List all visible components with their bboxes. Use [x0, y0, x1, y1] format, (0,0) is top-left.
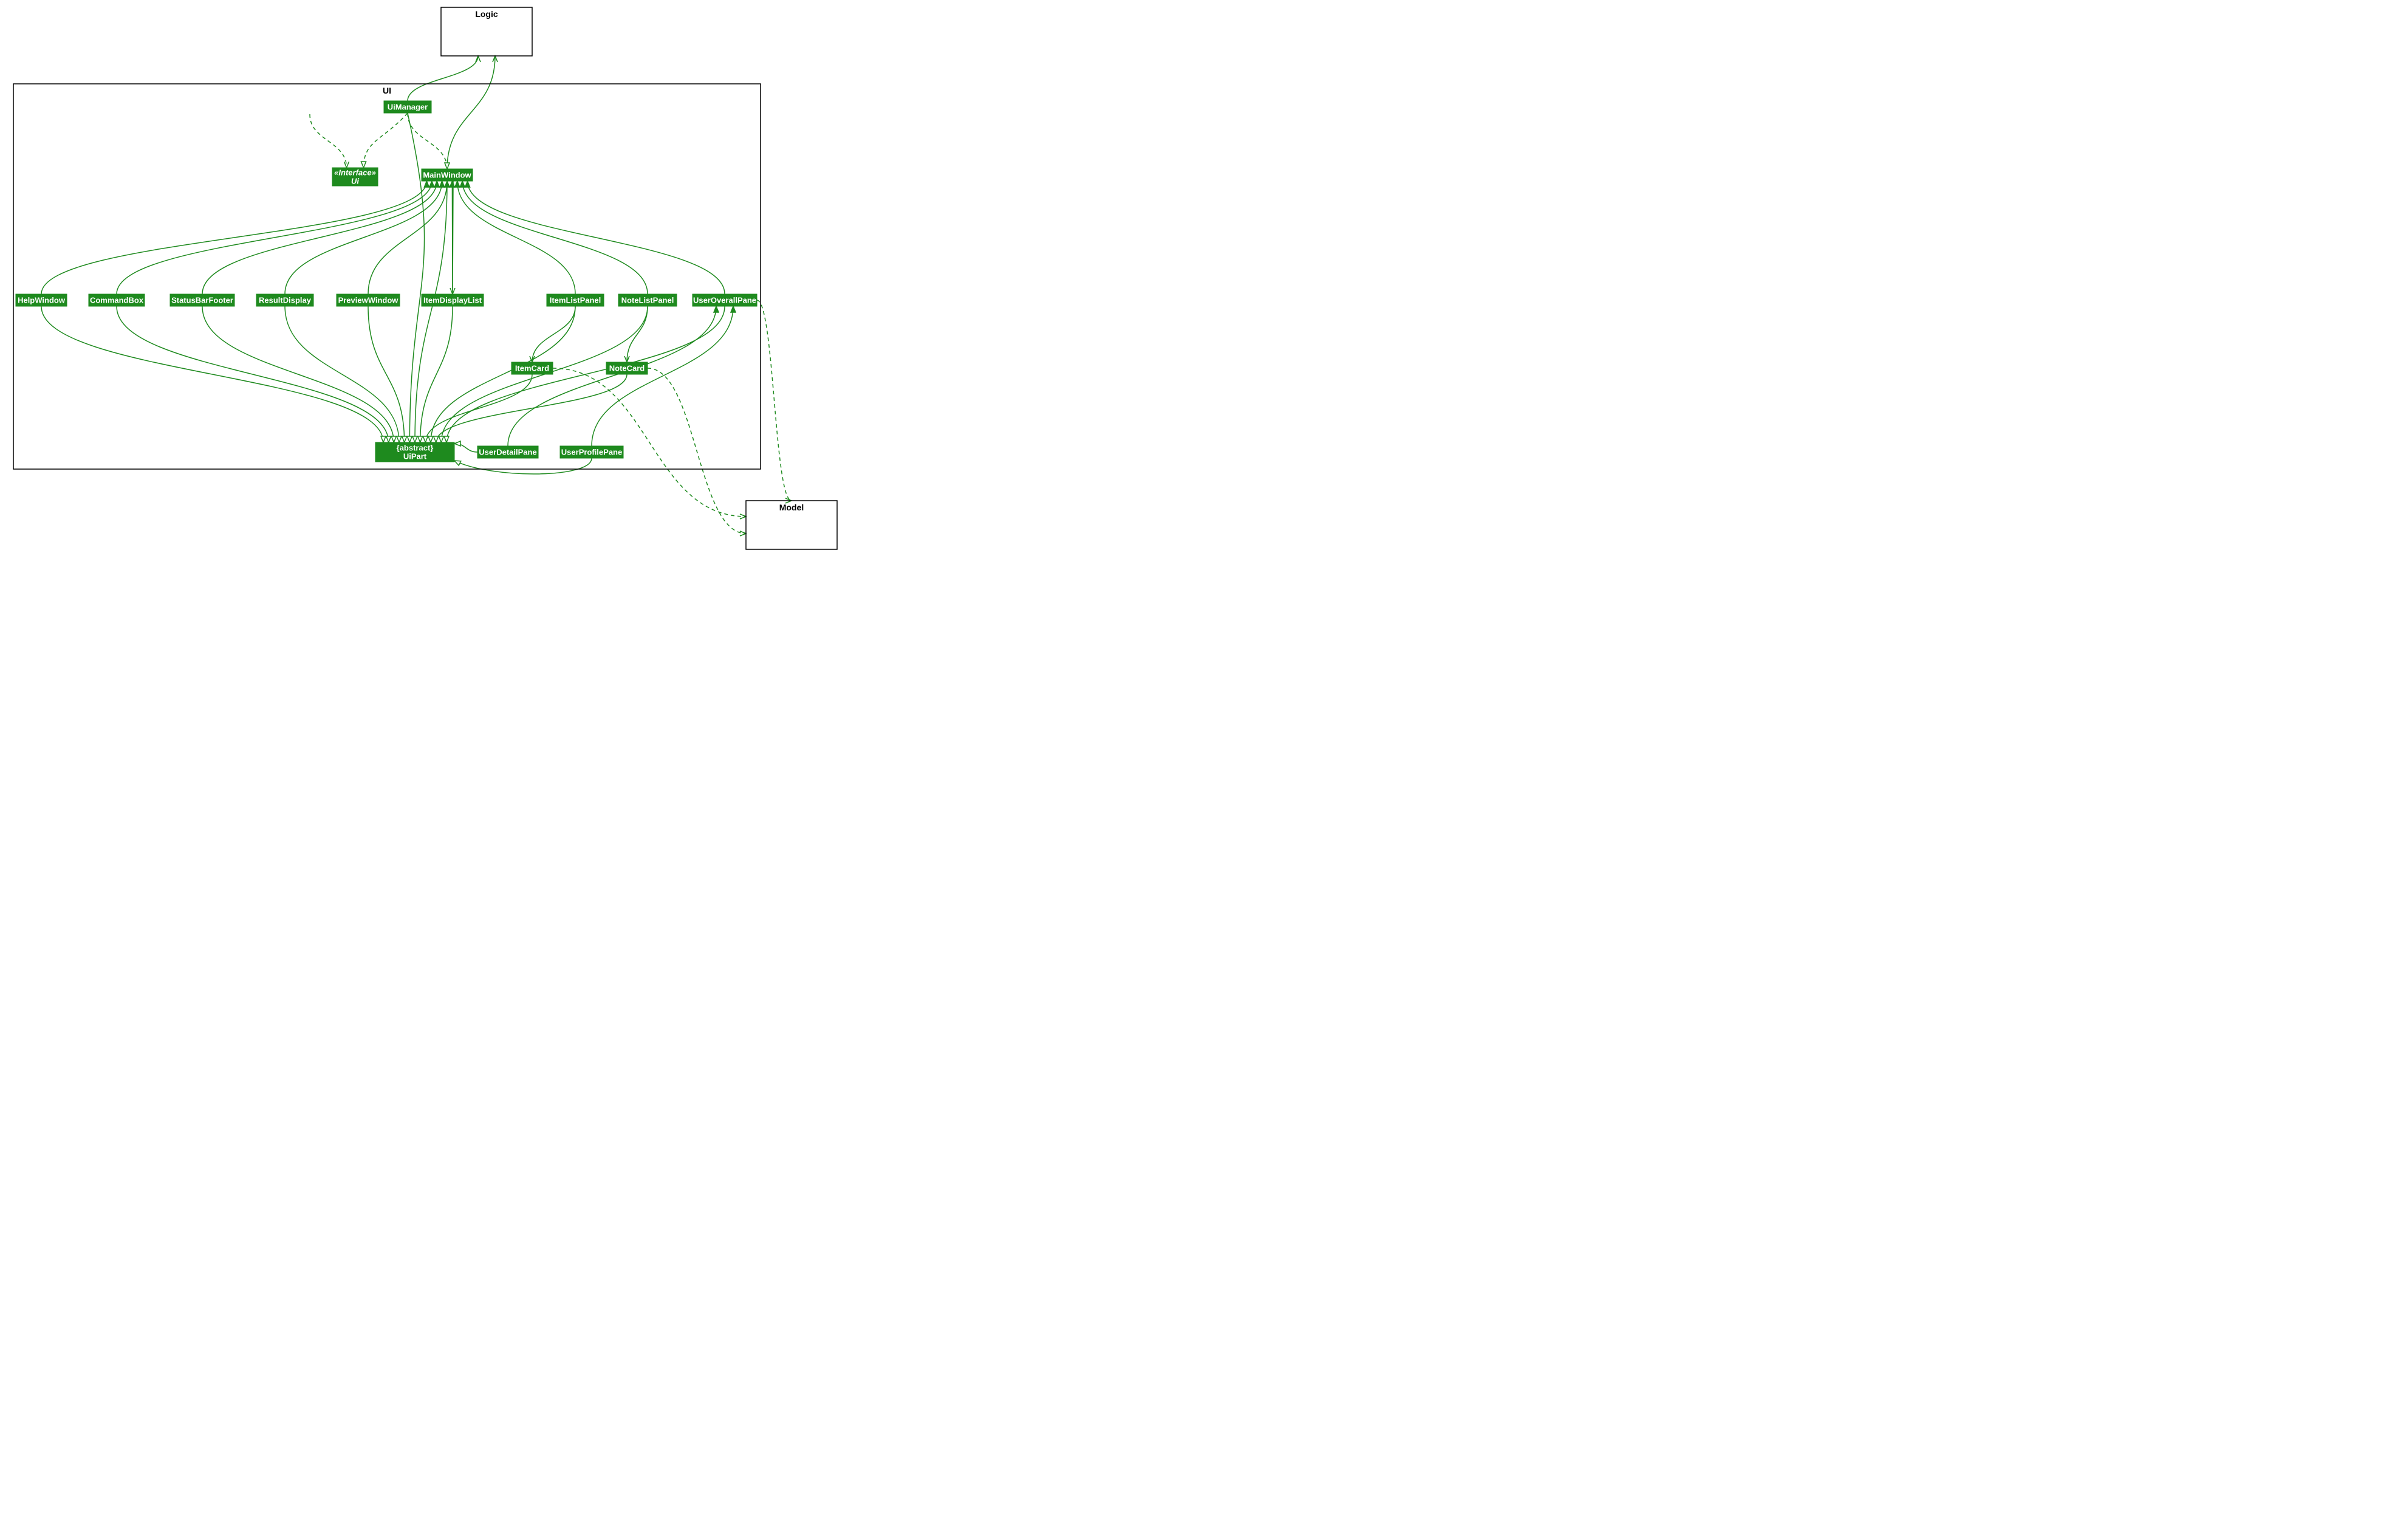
class-itemcard: ItemCard: [511, 362, 553, 374]
edge-notelistpanel-to-mainwindow: [462, 181, 648, 294]
class-label: ItemListPanel: [550, 295, 601, 304]
edge-itemcard-to-model: [553, 368, 746, 516]
class-previewwindow: PreviewWindow: [337, 294, 400, 306]
edge-itemdisplaylist-to-uipart: [420, 306, 453, 442]
class-label: ItemDisplayList: [423, 295, 482, 304]
package-logic: Logic: [441, 7, 532, 56]
class-userprofilepane: UserProfilePane: [560, 446, 623, 458]
package-model: Model: [746, 501, 837, 549]
class-resultdisplay: ResultDisplay: [256, 294, 313, 306]
uml-class-diagram: Logic UI Model UiManager «Interface»Ui MainWi…: [0, 0, 887, 559]
class-itemlistpanel: ItemListPanel: [547, 294, 604, 306]
edge-userprofilepane-to-uipart: [454, 458, 592, 474]
class-label: PreviewWindow: [338, 295, 399, 304]
class-label: ResultDisplay: [259, 295, 312, 304]
class-notelistpanel: NoteListPanel: [618, 294, 677, 306]
class-label: MainWindow: [423, 170, 471, 179]
edge-notecard-to-model: [648, 368, 746, 533]
class-label: UiPart: [403, 451, 427, 461]
edge-statusbarfooter-to-mainwindow: [202, 181, 437, 294]
class-mainwindow: MainWindow: [422, 169, 473, 181]
edge-helpwindow-to-mainwindow: [41, 181, 426, 294]
edge-notecard-to-uipart: [436, 374, 627, 442]
edge-previewwindow-to-uipart: [368, 306, 405, 442]
edge-commandbox-to-uipart: [117, 306, 389, 442]
package-label: UI: [383, 86, 391, 95]
class-label: StatusBarFooter: [171, 295, 233, 304]
edge-useroverallpane-to-mainwindow: [468, 181, 725, 294]
edge-mainwindow-to-uipart: [415, 181, 447, 442]
edge-resultdisplay-to-mainwindow: [285, 181, 442, 294]
class-label: HelpWindow: [18, 295, 66, 304]
edge-useroverallpane-to-uipart: [446, 306, 725, 442]
package-label: Model: [779, 503, 804, 512]
edge-helpwindow-to-uipart: [41, 306, 383, 442]
class-label: ItemCard: [515, 363, 549, 372]
class-useroverallpane: UserOverallPane: [693, 294, 757, 306]
class-label: NoteCard: [609, 363, 645, 372]
class-notecard: NoteCard: [606, 362, 648, 374]
package-ui: UI: [13, 84, 761, 469]
edge-itemlistpanel-to-itemcard: [532, 306, 575, 362]
edge-uimanager-to-logic: [408, 56, 478, 101]
edge-itemlistpanel-to-mainwindow: [457, 181, 575, 294]
edge-itemcard-to-uipart: [425, 374, 532, 442]
edge-userdetailpane-to-uipart: [454, 444, 477, 452]
class-label: UserProfilePane: [561, 447, 622, 456]
edge-uimanager-to-ui: [364, 113, 408, 168]
package-label: Logic: [475, 9, 498, 19]
class-ui: «Interface»Ui: [332, 168, 378, 186]
edge-uimanager-to-uipart: [408, 113, 425, 442]
edge-itemlistpanel-to-uipart: [431, 306, 575, 442]
class-commandbox: CommandBox: [89, 294, 145, 306]
class-label: CommandBox: [90, 295, 144, 304]
class-label: UserDetailPane: [479, 447, 536, 456]
node-layer: Logic UI Model UiManager «Interface»Ui MainWi…: [13, 7, 837, 549]
class-uimanager: UiManager: [384, 101, 431, 113]
class-statusbarfooter: StatusBarFooter: [170, 294, 234, 306]
edge-statusbarfooter-to-uipart: [202, 306, 394, 442]
edge-notelistpanel-to-notecard: [627, 306, 648, 362]
class-itemdisplaylist: ItemDisplayList: [422, 294, 484, 306]
class-stereotype: {abstract}: [397, 443, 434, 452]
class-uipart: {abstract}UiPart: [375, 442, 454, 462]
class-label: Ui: [351, 176, 359, 185]
edge-extra1-to-ui: [310, 114, 347, 168]
class-userdetailpane: UserDetailPane: [477, 446, 538, 458]
edge-useroverallpane-to-model: [757, 300, 792, 501]
class-label: UserOverallPane: [693, 295, 756, 304]
class-stereotype: «Interface»: [334, 168, 376, 177]
class-label: UiManager: [388, 102, 428, 111]
edge-mainwindow-to-logic: [447, 56, 495, 169]
edge-previewwindow-to-mainwindow: [368, 181, 447, 294]
class-label: NoteListPanel: [621, 295, 674, 304]
edge-commandbox-to-mainwindow: [117, 181, 432, 294]
edge-resultdisplay-to-uipart: [285, 306, 399, 442]
class-helpwindow: HelpWindow: [16, 294, 67, 306]
